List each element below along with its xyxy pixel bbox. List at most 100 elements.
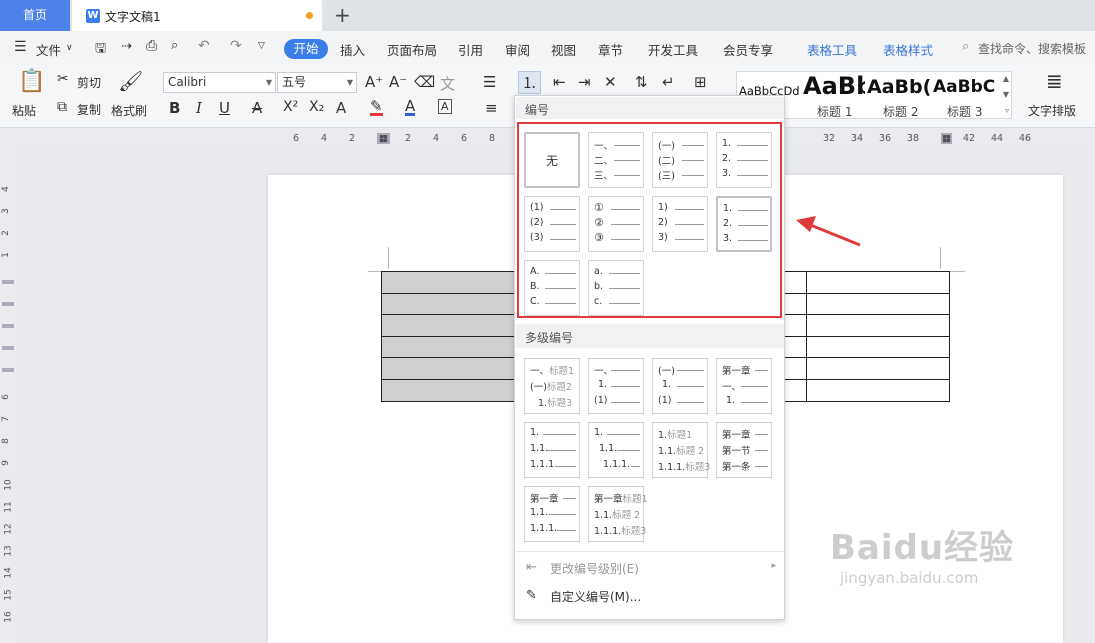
copy-button[interactable]: 复制 (77, 101, 101, 118)
tab-table-style[interactable]: 表格样式 (883, 40, 933, 59)
table-cell[interactable] (806, 335, 950, 359)
ml-marker: 1. (594, 427, 604, 438)
italic-button[interactable]: I (196, 99, 202, 117)
table-cell[interactable] (381, 292, 517, 316)
tab-references[interactable]: 引用 (458, 40, 483, 59)
tab-insert[interactable]: 插入 (340, 40, 365, 59)
paste-button[interactable]: 粘贴 (12, 102, 36, 119)
table-cell[interactable] (381, 271, 517, 294)
ml-row: (一)标题2 (530, 379, 572, 393)
shrink-font-icon[interactable]: A⁻ (389, 73, 407, 91)
style-heading-3[interactable]: AaBbC (933, 77, 995, 97)
search-command-input[interactable]: 查找命令、搜索模板 (978, 40, 1086, 57)
table-cell[interactable] (806, 378, 950, 402)
subscript-button[interactable]: X₂ (309, 99, 324, 115)
tab-review[interactable]: 审阅 (505, 40, 530, 59)
print-preview-icon[interactable]: ⌕ (171, 38, 178, 53)
text-layout-button[interactable]: 文字排版 (1028, 102, 1076, 119)
multilevel-option[interactable]: 1. 1.1. 1.1.1. (588, 422, 644, 478)
font-size-select[interactable]: 五号 ▼ (277, 72, 357, 93)
table-cell[interactable] (806, 292, 950, 316)
bold-button[interactable]: B (169, 99, 180, 117)
table-cell[interactable] (806, 271, 950, 294)
multilevel-option[interactable]: 1. 1.1. 1.1.1. (524, 422, 580, 478)
highlight-color-icon[interactable]: ✎ (370, 99, 383, 116)
align-left-icon[interactable]: ≡ (485, 99, 498, 117)
tab-table-tools[interactable]: 表格工具 (807, 40, 857, 59)
ml-marker: 1.1.1. (603, 459, 631, 470)
custom-numbering-menu-item[interactable]: ✎ 自定义编号(M)... (516, 583, 784, 609)
ruler-margin-marker[interactable]: ▦ (377, 133, 390, 144)
ruler-tick: 16 (3, 611, 14, 623)
tab-view[interactable]: 视图 (551, 40, 576, 59)
decrease-indent-icon[interactable]: ⇤ (553, 73, 566, 91)
tab-document[interactable]: W 文字文稿1 (72, 0, 322, 31)
text-effect-icon[interactable]: A (336, 99, 346, 117)
multilevel-option[interactable]: 1.标题1 1.1.标题 2 1.1.1.标题3 (652, 422, 710, 478)
table-cell[interactable] (381, 314, 517, 337)
menu-file[interactable]: 文件 (36, 40, 61, 59)
table-cell[interactable] (806, 357, 950, 380)
multilevel-option[interactable]: 一、标题1 (一)标题2 1.标题3 (524, 358, 580, 414)
underline-button[interactable]: U (219, 99, 230, 117)
increase-indent-icon[interactable]: ⇥ (578, 73, 591, 91)
hamburger-icon[interactable]: ☰ (14, 39, 27, 55)
style-scroll-down-icon[interactable]: ▼ (1003, 90, 1009, 99)
ruler-icon[interactable]: ⊞ (694, 73, 707, 91)
font-name-select[interactable]: Calibri ▼ (163, 72, 276, 93)
new-tab-button[interactable]: + (334, 3, 351, 27)
table-cell[interactable] (381, 335, 517, 359)
multilevel-option[interactable]: 第一章 第一节 第一条 (716, 422, 772, 478)
format-painter-icon: 🖌 (118, 69, 144, 93)
change-level-menu-item[interactable]: ⇤ 更改编号级别(E) ▸ (516, 555, 784, 581)
font-color-icon[interactable]: A (405, 99, 416, 116)
style-heading-2[interactable]: AaBb( (867, 76, 931, 98)
line (677, 402, 704, 403)
ml-heading: 标题1 (622, 494, 648, 505)
print-icon[interactable]: ⎙ (146, 38, 157, 54)
tab-developer[interactable]: 开发工具 (648, 40, 698, 59)
multilevel-option[interactable]: 第一章标题1 1.1.标题 2 1.1.1.标题3 (588, 486, 648, 542)
cut-button[interactable]: 剪切 (77, 74, 101, 91)
vertical-ruler[interactable]: 4 3 2 1 6 7 8 9 10 11 12 13 14 15 16 (0, 150, 16, 643)
multilevel-option[interactable]: 第一章 一、 1. (716, 358, 772, 414)
paste-icon[interactable]: 📋 (18, 69, 45, 94)
export-icon[interactable]: ⇢ (121, 39, 132, 54)
superscript-button[interactable]: X² (283, 99, 298, 115)
multilevel-option[interactable]: 第一章 1.1. 1.1.1. (524, 486, 580, 542)
style-more-icon[interactable]: ▿ (1005, 106, 1009, 115)
paragraph-mark-icon[interactable]: ↵ (662, 73, 675, 91)
quick-access-more-icon[interactable]: ▽ (258, 41, 265, 51)
format-painter-button[interactable]: 格式刷 (111, 102, 147, 119)
numbered-list-button[interactable]: ⒈ (518, 71, 542, 94)
redo-icon[interactable]: ↷ (230, 38, 242, 54)
ruler-margin-marker[interactable]: ▦ (941, 133, 952, 144)
table-cell[interactable] (381, 378, 517, 402)
sort-icon[interactable]: ⇅ (635, 73, 648, 91)
clear-format-icon[interactable]: ⌫ (414, 73, 435, 91)
char-border-icon[interactable]: A (438, 99, 452, 114)
style-scroll-up-icon[interactable]: ▲ (1003, 74, 1009, 83)
watermark-url: jingyan.baidu.com (840, 569, 979, 587)
table-cell[interactable] (381, 357, 517, 380)
save-icon[interactable]: 🖫 (95, 39, 106, 61)
chinese-layout-icon[interactable]: ✕ (604, 73, 617, 91)
grow-font-icon[interactable]: A⁺ (365, 73, 383, 91)
tab-page-layout[interactable]: 页面布局 (387, 40, 437, 59)
tab-start[interactable]: 开始 (284, 39, 328, 59)
tab-member[interactable]: 会员专享 (723, 40, 773, 59)
table-cell[interactable] (806, 314, 950, 337)
chevron-down-icon[interactable]: ∨ (66, 43, 73, 53)
strikethrough-icon[interactable]: A (252, 99, 262, 117)
ruler-tick: 38 (907, 133, 920, 144)
phonetic-icon[interactable]: 文 (440, 73, 455, 94)
style-heading-1[interactable]: AaBb (803, 72, 865, 100)
ruler-tick: 6 (293, 133, 300, 144)
tab-home[interactable]: 首页 (0, 0, 70, 31)
change-level-label: 更改编号级别(E) (550, 562, 639, 576)
multilevel-option[interactable]: 一、 1. (1) (588, 358, 644, 414)
multilevel-option[interactable]: (一) 1. (1) (652, 358, 708, 414)
undo-icon[interactable]: ↶ (198, 38, 210, 54)
tab-section[interactable]: 章节 (598, 40, 623, 59)
bullet-list-icon[interactable]: ☰ (483, 73, 496, 91)
